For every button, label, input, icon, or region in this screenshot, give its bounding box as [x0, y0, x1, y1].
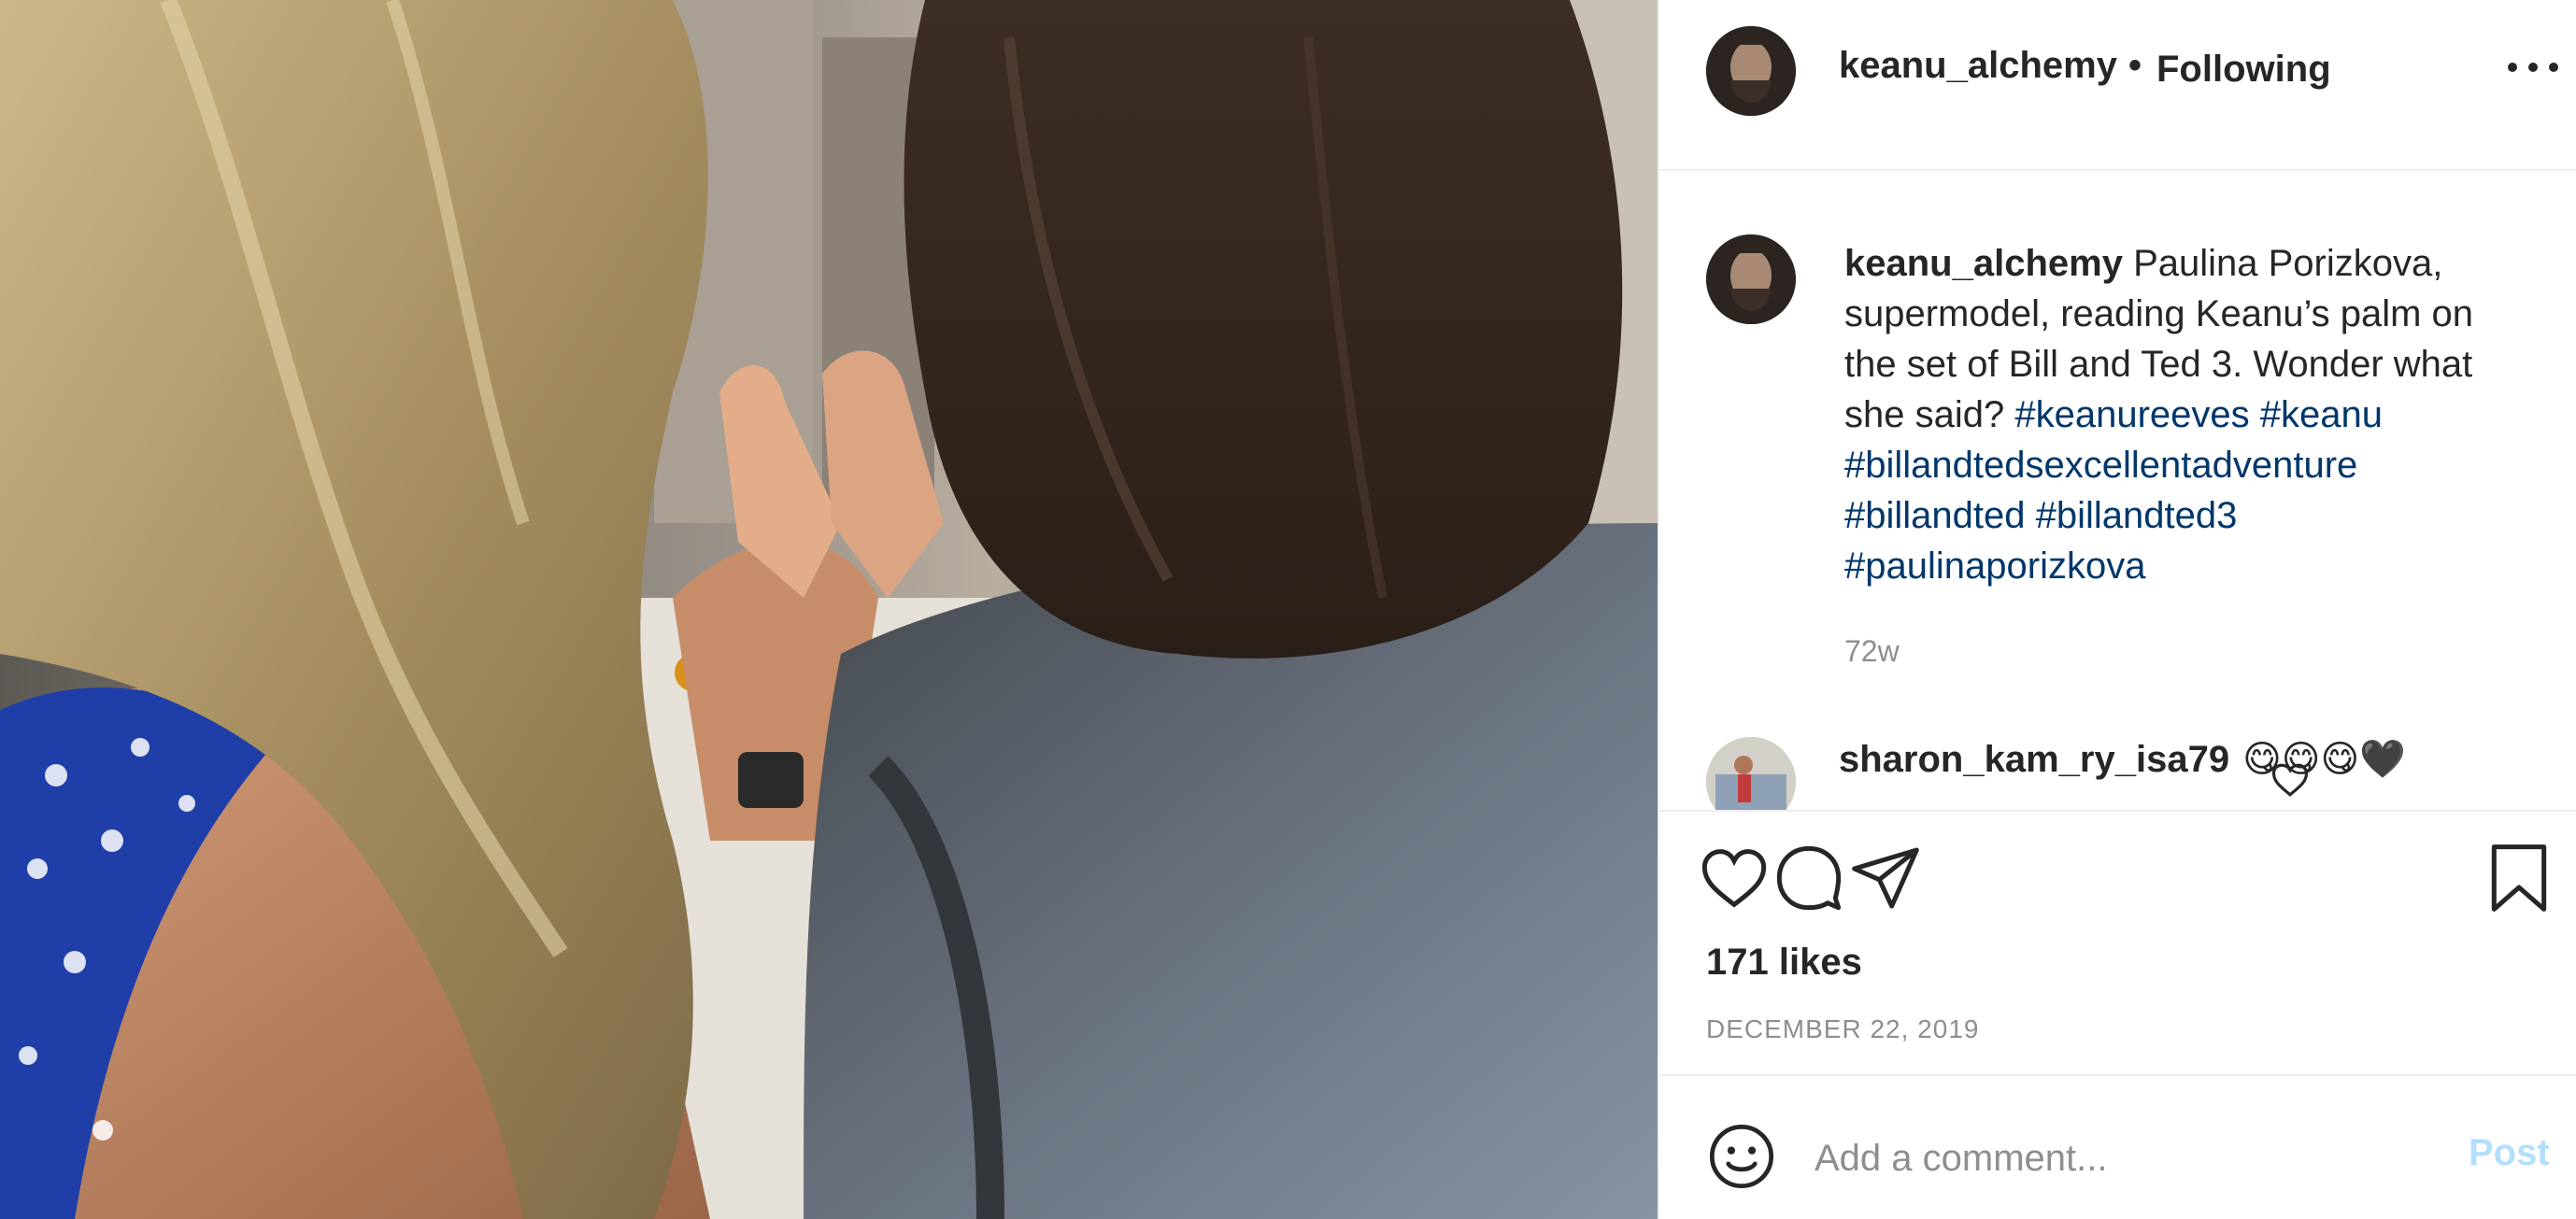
hashtag-link[interactable]: #paulinaporizkova: [1844, 546, 2145, 587]
post-side-panel: keanu_alchemy • Following keanu_alchemy …: [1658, 0, 2576, 1219]
commenter-username-link[interactable]: sharon_kam_ry_isa79: [1839, 739, 2229, 780]
save-bookmark: [2491, 844, 2547, 912]
photo-illustration: [0, 0, 1658, 1219]
comment-like-heart: [2271, 763, 2309, 797]
bookmark-icon[interactable]: [2482, 841, 2556, 915]
emoji-picker: [1709, 1124, 1774, 1189]
following-button[interactable]: Following: [2156, 49, 2331, 91]
add-comment-bar: Post: [1659, 1074, 2576, 1219]
comment-bubble-icon[interactable]: [1772, 841, 1846, 915]
hashtag-link[interactable]: #keanureeves: [2014, 394, 2249, 435]
comment-item: sharon_kam_ry_isa79 😋😋😋🖤: [1839, 737, 2406, 781]
comment-text: 😋😋😋🖤: [2242, 739, 2406, 780]
post-photo[interactable]: [0, 0, 1658, 1219]
share-plane: [1852, 847, 1919, 909]
comment-bubble: [1776, 845, 1842, 911]
heart-outline-icon[interactable]: [2270, 761, 2310, 803]
author-username-link[interactable]: keanu_alchemy: [1839, 45, 2117, 87]
comments-scroll-area[interactable]: keanu_alchemy Paulina Porizkova, supermo…: [1659, 173, 2576, 810]
add-comment-input[interactable]: [1815, 1130, 2375, 1186]
author-avatar[interactable]: [1706, 26, 1796, 116]
heart-outline-icon[interactable]: [1697, 841, 1772, 915]
avatar-portrait: [1706, 26, 1796, 116]
likes-count[interactable]: 171 likes: [1706, 942, 1862, 984]
caption-username-link[interactable]: keanu_alchemy: [1844, 243, 2123, 284]
separator-dot: •: [2128, 45, 2142, 86]
instagram-post-modal: keanu_alchemy • Following keanu_alchemy …: [0, 0, 2576, 1219]
like-heart: [1701, 849, 1767, 908]
post-comment-button[interactable]: Post: [2469, 1132, 2550, 1174]
hashtag-link[interactable]: #billandted: [1844, 495, 2026, 536]
paper-plane-icon[interactable]: [1848, 841, 1923, 915]
avatar-photo: [1706, 737, 1796, 810]
caption-author-avatar[interactable]: [1706, 234, 1796, 324]
commenter-avatar[interactable]: [1706, 737, 1796, 810]
post-date: DECEMBER 22, 2019: [1706, 1014, 1980, 1043]
actions-divider: [1659, 810, 2576, 812]
smiley-face-icon[interactable]: [1706, 1121, 1777, 1192]
post-header: keanu_alchemy • Following: [1659, 0, 2576, 171]
post-caption: keanu_alchemy Paulina Porizkova, supermo…: [1844, 238, 2517, 591]
hashtag-link[interactable]: #billandtedsexcellentadventure: [1844, 445, 2357, 486]
post-age[interactable]: 72w: [1844, 634, 1900, 669]
hashtag-link[interactable]: #keanu: [2260, 394, 2383, 435]
hashtag-link[interactable]: #billandted3: [2036, 495, 2238, 536]
avatar-portrait: [1706, 234, 1796, 324]
more-horizontal-icon[interactable]: [2508, 49, 2558, 86]
